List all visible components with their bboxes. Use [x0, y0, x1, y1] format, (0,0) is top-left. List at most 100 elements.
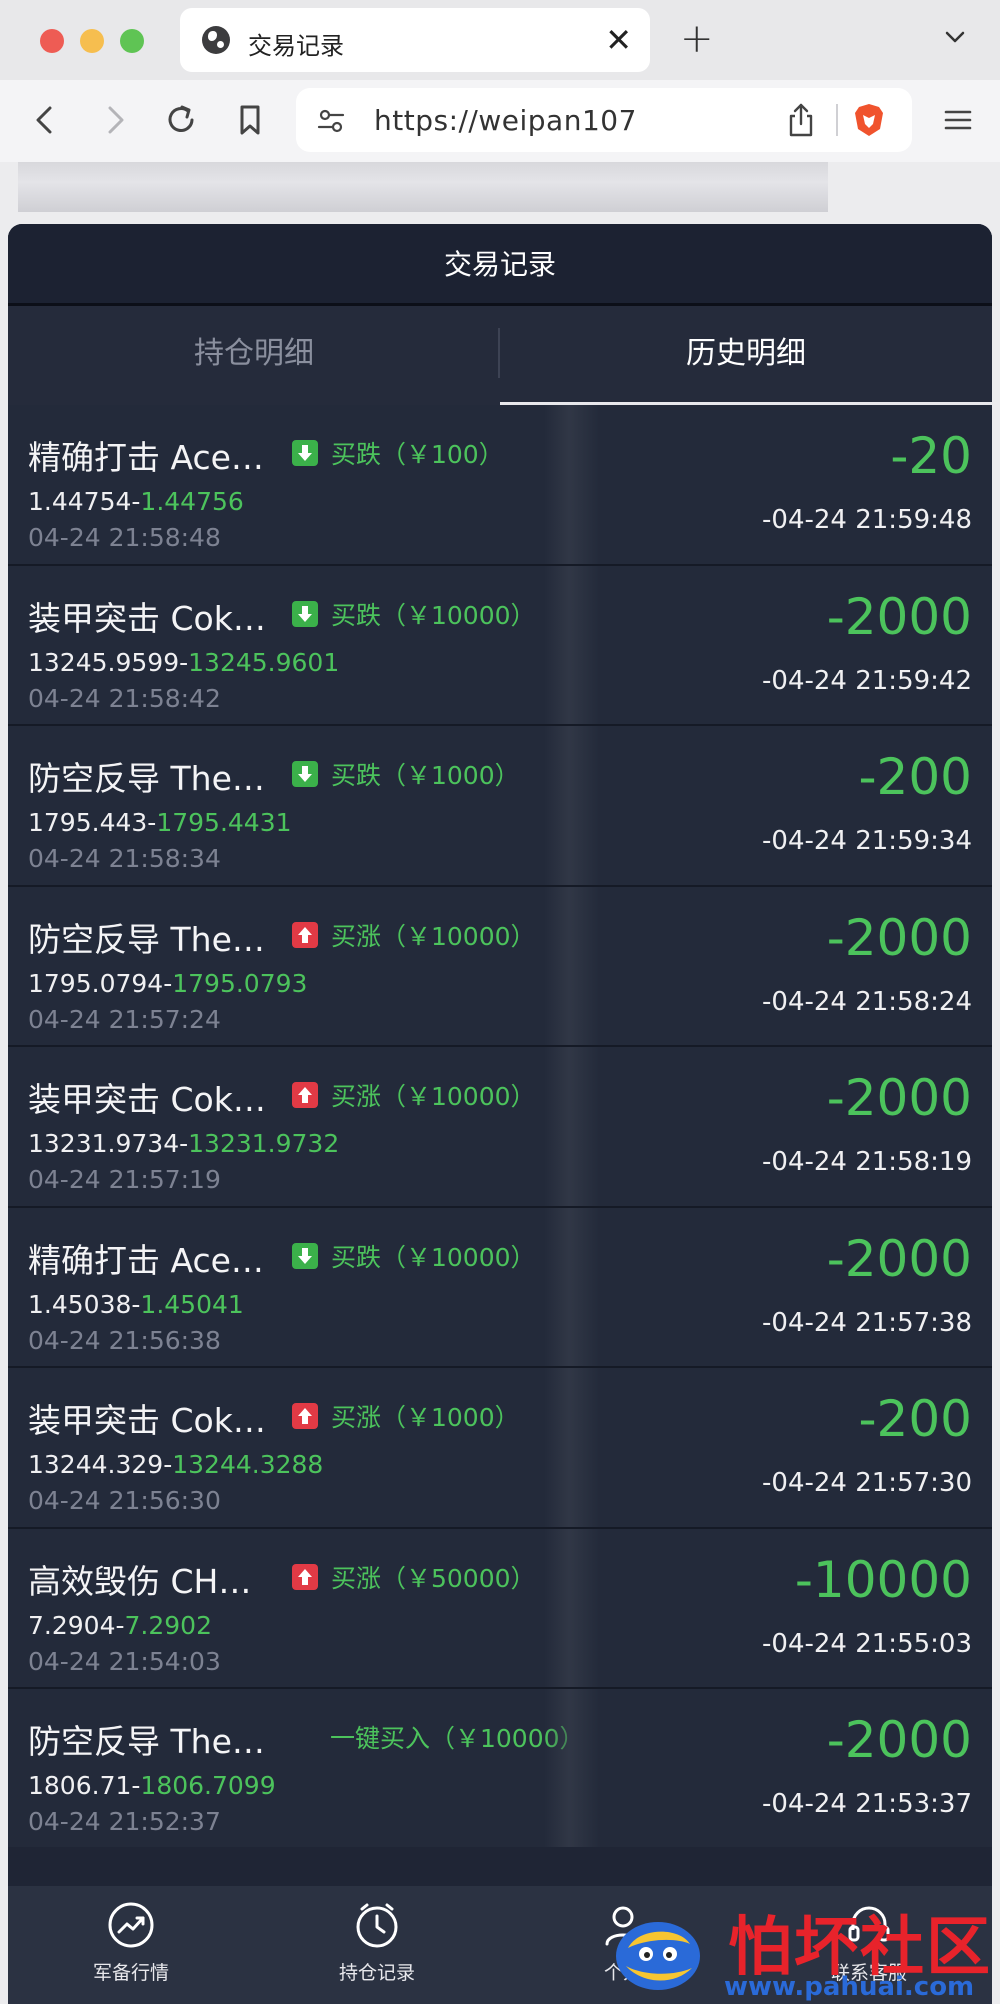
profit-loss: -2000 — [826, 1229, 972, 1288]
open-time: 04-24 21:52:37 — [28, 1807, 221, 1836]
browser-tab[interactable]: 交易记录 ✕ — [180, 8, 650, 72]
watermark-logo-icon — [616, 1922, 700, 1990]
open-price: 1.45038 — [28, 1289, 132, 1319]
history-row[interactable]: 高效毁伤 CH… 买涨（￥50000） 7.2904-7.2902 04-24 21:… — [8, 1528, 992, 1689]
close-price: 13244.3288 — [172, 1450, 324, 1479]
trade-type: 买涨（￥1000） — [331, 1403, 520, 1432]
nav-positions[interactable]: 持仓记录 — [254, 1886, 500, 2004]
product-name: 装甲突击 Cok… — [28, 1080, 266, 1119]
close-time: -04-24 21:59:42 — [762, 665, 972, 696]
arrow-down-icon — [292, 440, 318, 466]
nav-market[interactable]: 军备行情 — [8, 1886, 254, 2004]
urlbar-divider — [836, 104, 838, 136]
nav-market-label: 军备行情 — [92, 1962, 169, 1984]
tab-title: 交易记录 — [248, 32, 344, 60]
price-range: 13244.329-13244.3288 — [28, 1450, 323, 1479]
trade-type: 买跌（￥10000） — [331, 600, 536, 630]
close-time: -04-24 21:53:37 — [762, 1789, 972, 1819]
zoom-window-button[interactable] — [120, 29, 144, 53]
trade-type: 买跌（￥10000） — [331, 1242, 536, 1272]
back-icon[interactable] — [24, 98, 68, 142]
forward-icon[interactable] — [92, 98, 136, 142]
open-price: 13244.329 — [28, 1450, 164, 1479]
share-icon[interactable] — [784, 102, 818, 138]
history-row[interactable]: 精确打击 Ace… 买跌（￥100） 1.44754-1.44756 04-24 21… — [8, 405, 992, 566]
trend-icon — [108, 1902, 154, 1948]
close-time: -04-24 21:57:38 — [762, 1307, 972, 1338]
profit-loss: -2000 — [826, 908, 972, 967]
blurred-banner — [18, 162, 828, 212]
product-name: 防空反导 The… — [28, 919, 265, 959]
redaction-smear — [544, 565, 600, 724]
close-tab-button[interactable]: ✕ — [605, 20, 632, 60]
profit-loss: -10000 — [794, 1550, 972, 1609]
open-price: 1.44754 — [28, 487, 132, 516]
arrow-down-icon — [292, 600, 318, 627]
price-range: 1.44754-1.44756 — [28, 487, 244, 516]
close-price: 1795.0793 — [172, 968, 308, 998]
minimize-window-button[interactable] — [80, 29, 104, 53]
brave-shields-icon[interactable] — [852, 102, 886, 138]
open-time: 04-24 21:58:34 — [28, 844, 221, 873]
product-name: 精确打击 Ace… — [28, 1240, 264, 1280]
history-row[interactable]: 装甲突击 Cok… 买涨（￥1000） 13244.329-13244.3288 04… — [8, 1368, 992, 1529]
redaction-smear — [544, 726, 600, 885]
reload-icon[interactable] — [160, 98, 204, 142]
open-time: 04-24 21:57:24 — [28, 1004, 221, 1034]
price-separator: - — [179, 1129, 189, 1158]
history-row[interactable]: 装甲突击 Cok… 买涨（￥10000） 13231.9734-13231.9732… — [8, 1047, 992, 1208]
redaction-smear — [544, 1047, 600, 1206]
history-row[interactable]: 装甲突击 Cok… 买跌（￥10000） 13245.9599-13245.9601… — [8, 565, 992, 726]
history-row[interactable]: 防空反导 The… 一键买入（￥10000） 1806.71-1806.7099 04… — [8, 1689, 992, 1850]
bookmark-icon[interactable] — [228, 98, 272, 142]
product-name: 装甲突击 Cok… — [28, 598, 266, 638]
redaction-smear — [544, 405, 600, 564]
profit-loss: -2000 — [826, 1069, 972, 1127]
profit-loss: -2000 — [826, 587, 972, 646]
browser-toolbar: https://weipan107 — [0, 80, 1000, 162]
product-name: 防空反导 The… — [28, 759, 265, 798]
history-row[interactable]: 防空反导 The… 买跌（￥1000） 1795.443-1795.4431 04-2… — [8, 726, 992, 887]
open-time: 04-24 21:58:48 — [28, 523, 221, 552]
redaction-smear — [544, 1368, 600, 1527]
trade-type: 买跌（￥100） — [331, 440, 504, 469]
menu-icon[interactable] — [936, 98, 980, 142]
record-tabs: 持仓明细 历史明细 — [8, 306, 992, 405]
price-range: 7.2904-7.2902 — [28, 1611, 212, 1640]
open-price: 7.2904 — [28, 1610, 116, 1640]
new-tab-button[interactable]: + — [680, 14, 714, 64]
redaction-smear — [544, 1528, 600, 1687]
price-separator: - — [163, 1450, 173, 1479]
address-bar[interactable]: https://weipan107 — [296, 88, 912, 152]
watermark-url: www.pahuai.com — [724, 1972, 975, 2002]
tab-list-chevron-icon[interactable] — [940, 22, 970, 52]
watermark: 怕坏社区 www.pahuai.com — [600, 1900, 1000, 2004]
price-separator: - — [163, 968, 173, 998]
close-time: -04-24 21:59:34 — [762, 826, 972, 856]
open-price: 13231.9734 — [28, 1129, 180, 1158]
redaction-smear — [544, 1689, 600, 1848]
arrow-up-icon — [292, 1082, 318, 1108]
close-price: 13245.9601 — [188, 647, 340, 677]
history-row[interactable]: 防空反导 The… 买涨（￥10000） 1795.0794-1795.0793 04… — [8, 886, 992, 1047]
page-title: 交易记录 — [8, 224, 992, 306]
tab-history[interactable]: 历史明细 — [500, 306, 992, 405]
trade-type: 买涨（￥50000） — [331, 1563, 536, 1593]
history-row[interactable]: 精确打击 Ace… 买跌（￥10000） 1.45038-1.45041 04-24 … — [8, 1207, 992, 1368]
price-range: 1806.71-1806.7099 — [28, 1771, 276, 1800]
product-name: 精确打击 Ace… — [28, 438, 264, 477]
price-range: 1795.0794-1795.0793 — [28, 969, 307, 998]
clock-icon — [356, 1903, 398, 1948]
product-name: 防空反导 The… — [28, 1722, 265, 1761]
url-text[interactable]: https://weipan107 — [374, 104, 637, 137]
close-price: 1.44756 — [140, 487, 244, 516]
product-name: 高效毁伤 CH… — [28, 1561, 252, 1601]
tab-positions[interactable]: 持仓明细 — [8, 306, 500, 405]
price-separator: - — [115, 1610, 125, 1640]
arrow-down-icon — [292, 761, 318, 787]
open-time: 04-24 21:56:30 — [28, 1486, 221, 1515]
close-window-button[interactable] — [40, 29, 64, 53]
trade-type: 买涨（￥10000） — [331, 921, 536, 951]
globe-icon — [202, 26, 230, 54]
site-settings-icon[interactable] — [316, 106, 346, 136]
